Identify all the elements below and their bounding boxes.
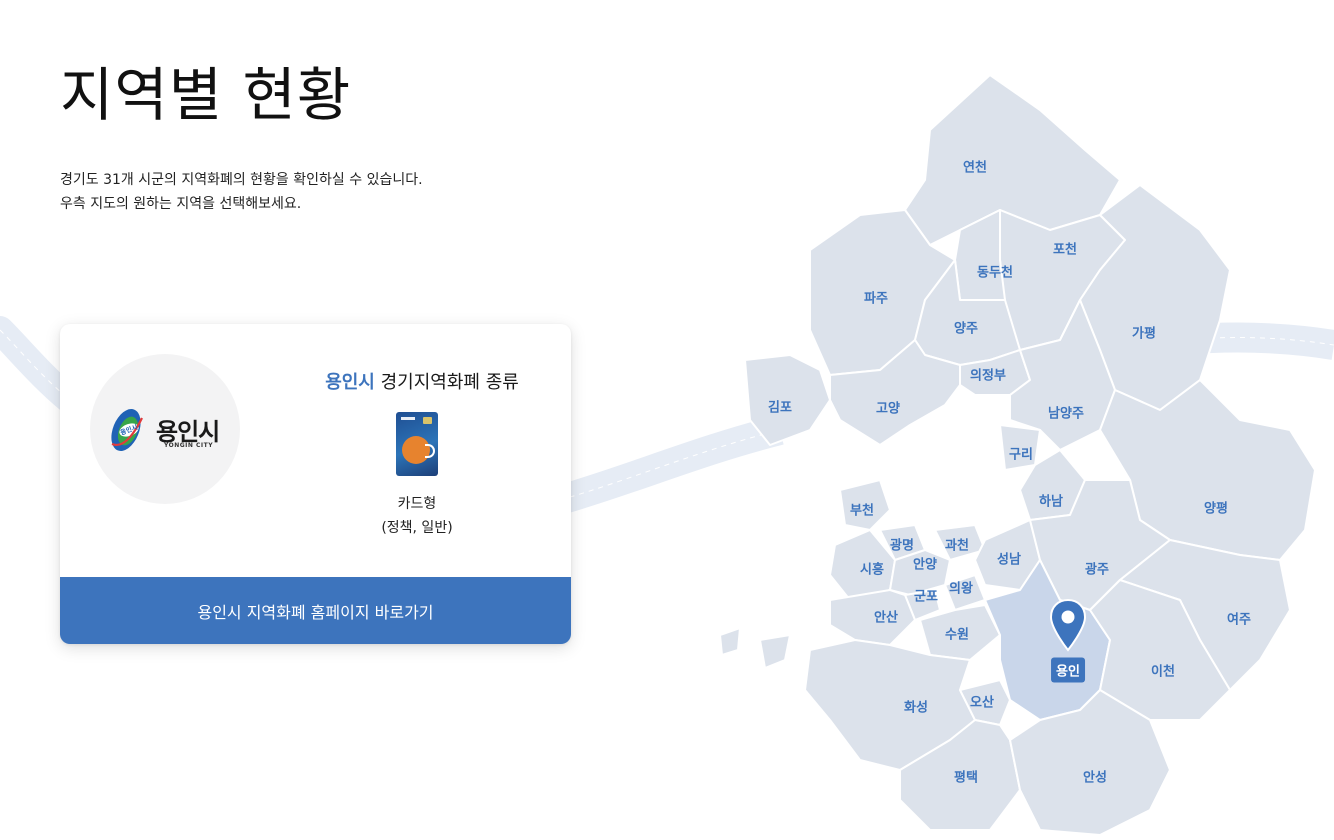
card-heading-suffix: 경기지역화폐 종류 — [380, 372, 519, 393]
region-label-gunpo[interactable]: 군포 — [914, 586, 938, 605]
region-label-bucheon[interactable]: 부천 — [850, 500, 874, 519]
card-strip — [401, 417, 415, 420]
region-label-gimpo[interactable]: 김포 — [768, 397, 792, 416]
logo-subtext: YONGIN CITY — [164, 442, 214, 449]
contactless-icon — [425, 444, 435, 458]
intro-line-1: 경기도 31개 시군의 지역화폐의 현황을 확인하실 수 있습니다. — [60, 172, 423, 188]
region-label-yeoju[interactable]: 여주 — [1227, 609, 1251, 628]
intro-line-2: 우측 지도의 원하는 지역을 선택해보세요. — [60, 196, 302, 212]
card-chip — [423, 417, 432, 424]
page-title: 지역별 현황 — [60, 61, 352, 129]
region-label-paju[interactable]: 파주 — [864, 288, 888, 307]
region-label-uiwang[interactable]: 의왕 — [949, 578, 973, 597]
card-type-info: 카드형 (정책, 일반) — [356, 492, 478, 540]
region-label-gapyeong[interactable]: 가평 — [1132, 323, 1156, 342]
region-label-yangju[interactable]: 양주 — [954, 318, 978, 337]
region-label-namyangju[interactable]: 남양주 — [1048, 403, 1084, 422]
currency-info-card: 용인시 용인시 YONGIN CITY 용인시 경기지역화폐 종류 카드형 (정… — [60, 324, 571, 644]
region-label-dongducheon[interactable]: 동두천 — [977, 262, 1013, 281]
region-label-suwon[interactable]: 수원 — [945, 624, 969, 643]
city-logo: 용인시 용인시 YONGIN CITY — [90, 354, 240, 504]
region-label-goyang[interactable]: 고양 — [876, 398, 900, 417]
region-label-yongin[interactable]: 용인 — [1051, 657, 1085, 683]
region-label-icheon[interactable]: 이천 — [1151, 661, 1175, 680]
card-heading-city: 용인시 — [325, 372, 375, 393]
card-type-image — [396, 412, 438, 476]
map-pin-icon — [1049, 598, 1087, 652]
region-label-anseong[interactable]: 안성 — [1083, 767, 1107, 786]
region-label-siheung[interactable]: 시흥 — [860, 559, 884, 578]
region-label-uijeongbu[interactable]: 의정부 — [970, 365, 1006, 384]
region-label-anyang[interactable]: 안양 — [913, 554, 937, 573]
region-label-seongnam[interactable]: 성남 — [997, 549, 1021, 568]
region-shape-ansan[interactable] — [829, 589, 916, 646]
card-type-label: 카드형 — [397, 496, 437, 512]
region-label-gwacheon[interactable]: 과천 — [945, 535, 969, 554]
region-label-yeoncheon[interactable]: 연천 — [963, 157, 987, 176]
region-label-pyeongtaek[interactable]: 평택 — [954, 767, 978, 786]
intro-text: 경기도 31개 시군의 지역화폐의 현황을 확인하실 수 있습니다. 우측 지도… — [60, 168, 423, 216]
card-type-detail: (정책, 일반) — [381, 520, 453, 536]
region-label-gwangmyeong[interactable]: 광명 — [890, 535, 914, 554]
homepage-link-button[interactable]: 용인시 지역화폐 홈페이지 바로가기 — [60, 577, 571, 644]
region-label-hwaseong[interactable]: 화성 — [904, 697, 928, 716]
region-label-osan[interactable]: 오산 — [970, 692, 994, 711]
region-label-guri[interactable]: 구리 — [1009, 444, 1033, 463]
region-label-ansan[interactable]: 안산 — [874, 607, 898, 626]
yongin-logo-icon: 용인시 — [111, 409, 143, 451]
region-label-hanam[interactable]: 하남 — [1039, 491, 1063, 510]
region-label-gwangju[interactable]: 광주 — [1085, 559, 1109, 578]
region-label-yangpyeong[interactable]: 양평 — [1204, 498, 1228, 517]
region-shape-islands — [719, 627, 791, 669]
region-label-pocheon[interactable]: 포천 — [1053, 239, 1077, 258]
card-heading: 용인시 경기지역화폐 종류 — [310, 368, 534, 394]
